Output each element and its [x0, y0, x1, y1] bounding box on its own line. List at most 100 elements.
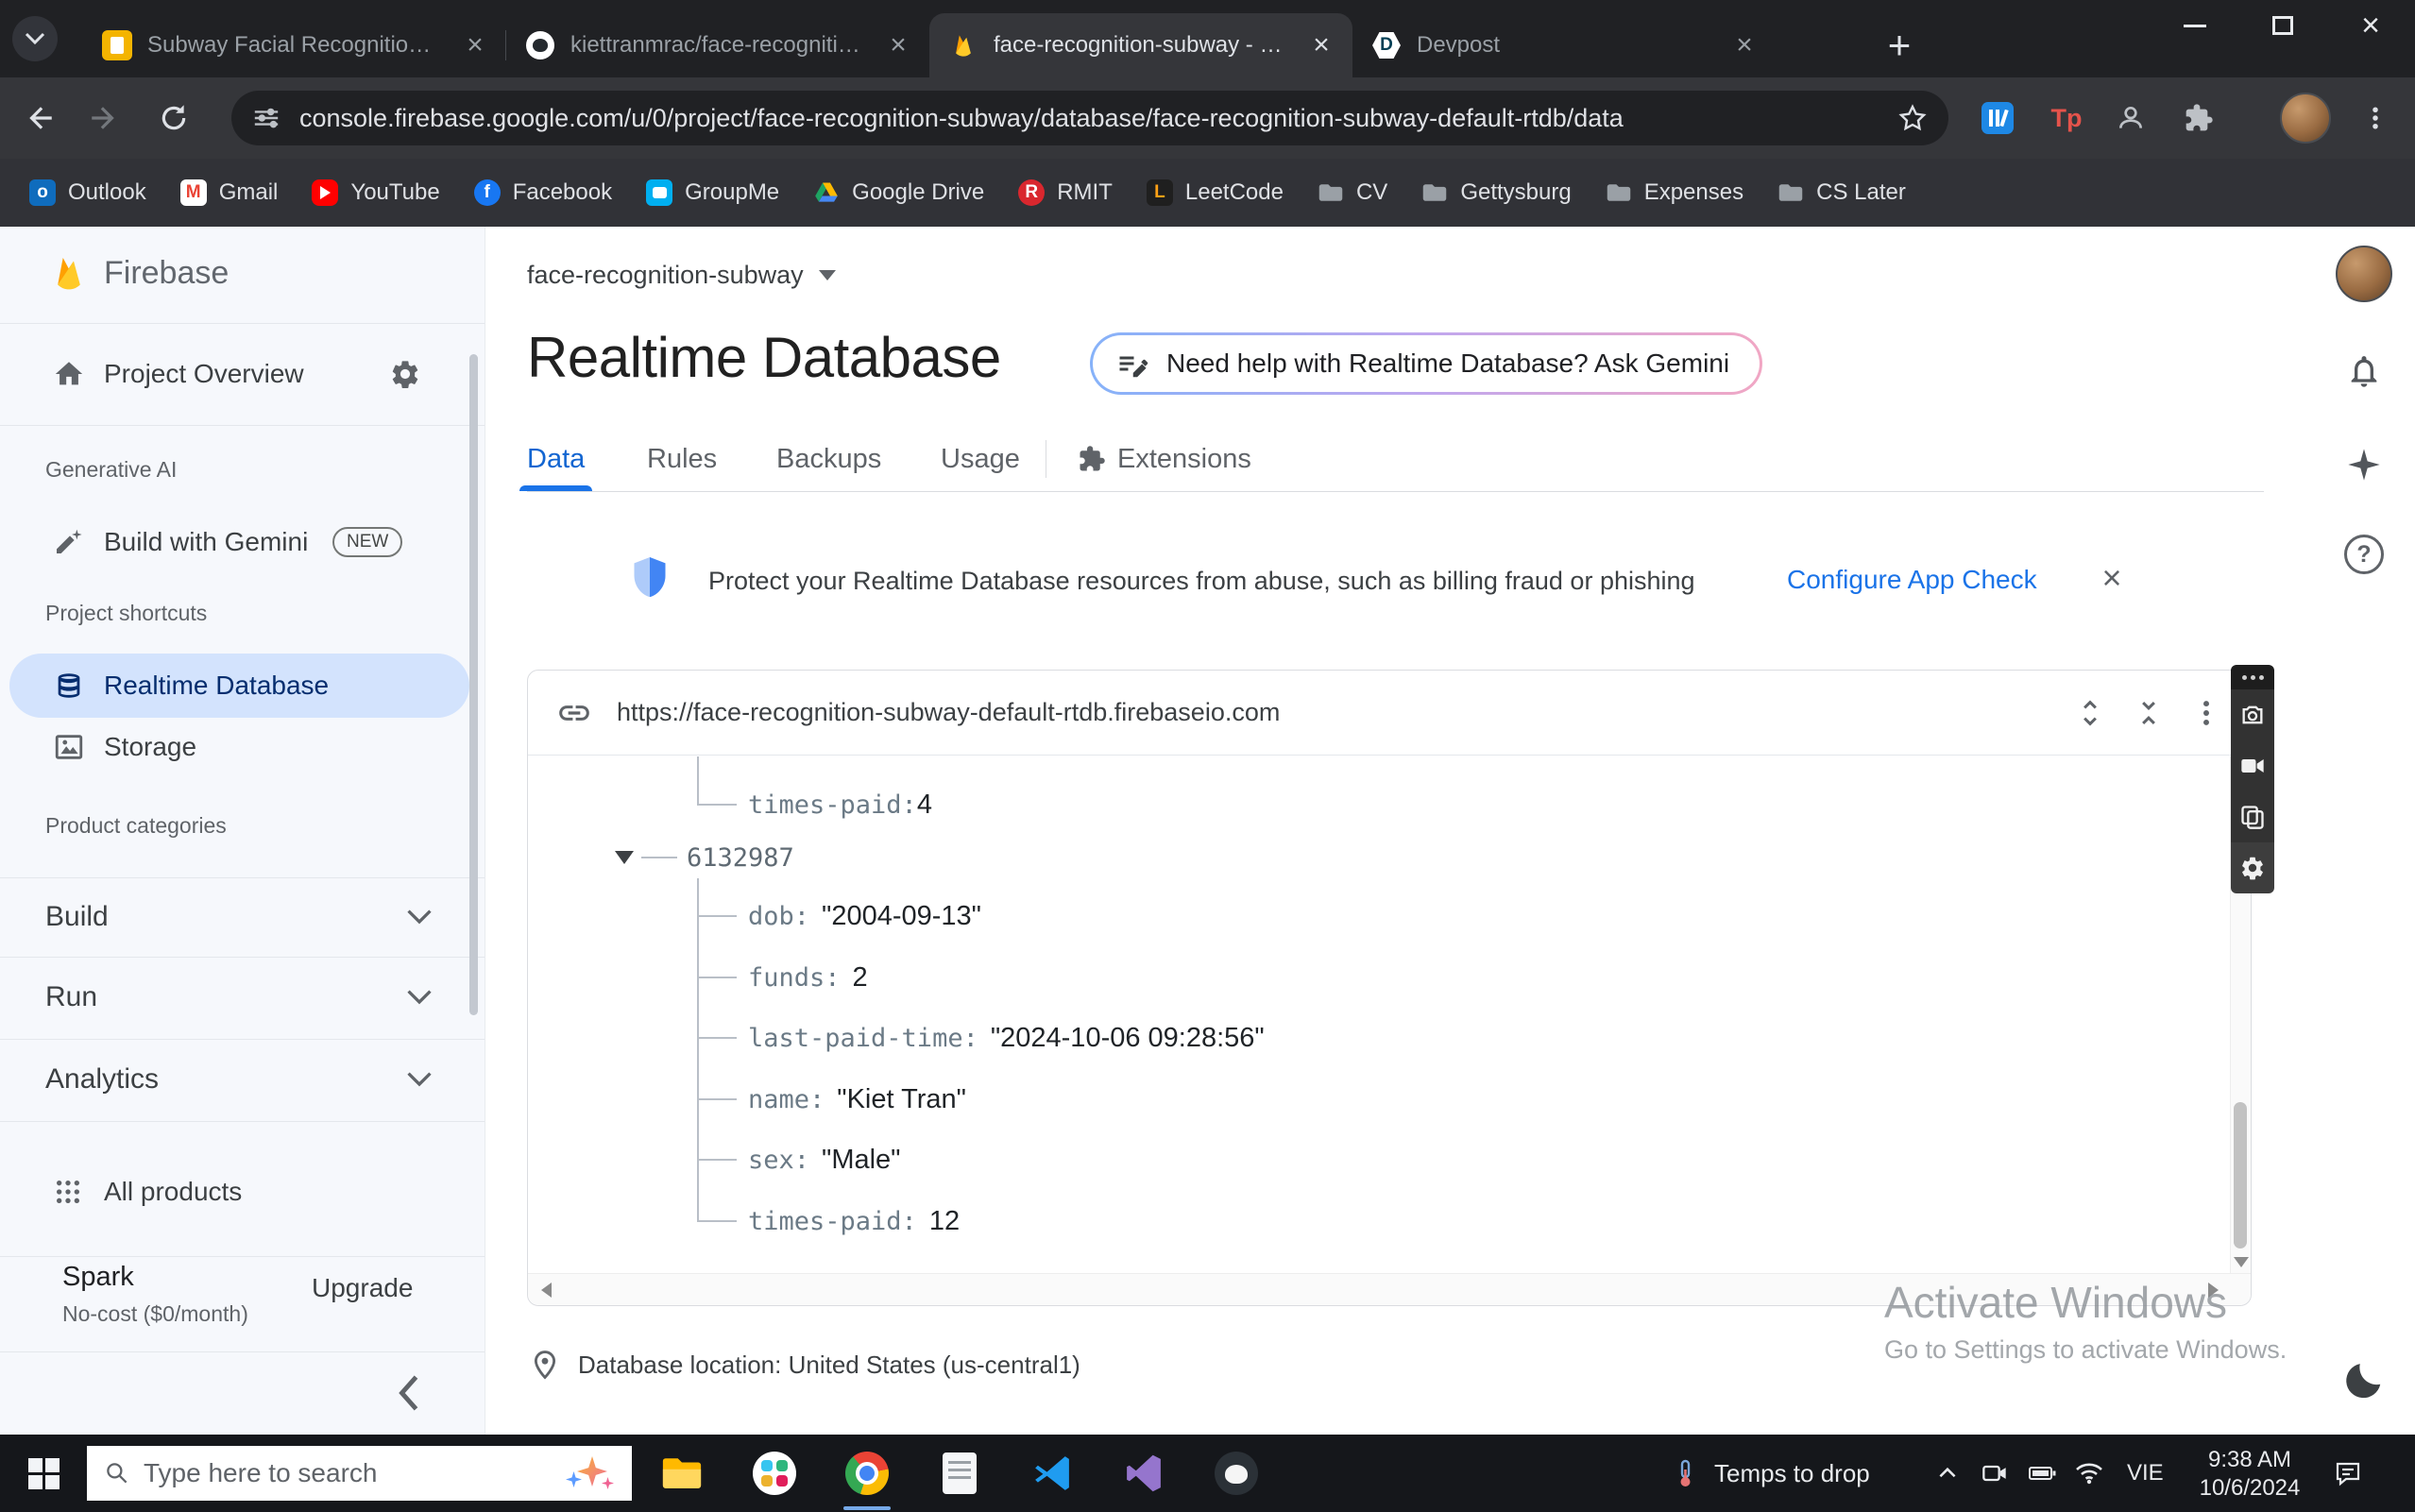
site-info-tune-icon[interactable]	[252, 104, 281, 132]
scroll-left-arrow-icon[interactable]	[541, 1283, 552, 1298]
tree-row-last-paid-time[interactable]: last-paid-time: "2024-10-06 09:28:56"	[748, 1017, 1265, 1059]
weather-thermometer-icon[interactable]	[1668, 1456, 1702, 1490]
taskbar-github-desktop[interactable]	[1211, 1448, 1262, 1499]
extensions-puzzle-icon[interactable]	[2172, 92, 2225, 144]
configure-app-check-link[interactable]: Configure App Check	[1787, 565, 2037, 595]
library-extension-icon[interactable]	[1971, 92, 2024, 144]
back-button[interactable]	[9, 88, 70, 148]
reload-button[interactable]	[144, 88, 204, 148]
bookmark-outlook[interactable]: Outlook	[15, 172, 161, 213]
scroll-down-arrow-icon[interactable]	[2234, 1257, 2249, 1267]
firebase-logo[interactable]: Firebase	[0, 240, 485, 306]
language-indicator[interactable]: VIE	[2127, 1460, 2164, 1487]
tray-wifi-icon[interactable]	[2072, 1456, 2106, 1490]
console-account-avatar[interactable]	[2336, 246, 2392, 302]
tree-node-6132987[interactable]: 6132987	[687, 837, 794, 878]
tree-row-funds[interactable]: funds: 2	[748, 957, 868, 998]
url-text[interactable]: console.firebase.google.com/u/0/project/…	[299, 104, 1879, 133]
forward-button[interactable]	[74, 88, 134, 148]
bookmark-folder-expenses[interactable]: Expenses	[1591, 172, 1758, 213]
taskbar-file-explorer[interactable]	[656, 1448, 707, 1499]
tree-row-partial[interactable]: times-paid: 4	[748, 784, 932, 825]
taskbar-search[interactable]	[87, 1446, 632, 1501]
weather-label[interactable]: Temps to drop	[1714, 1459, 1870, 1488]
bookmark-rmit[interactable]: RMIT	[1004, 172, 1127, 213]
bookmark-groupme[interactable]: GroupMe	[632, 172, 793, 213]
browser-tab-devpost[interactable]: Devpost ×	[1352, 13, 1776, 77]
project-selector[interactable]: face-recognition-subway	[527, 253, 836, 297]
ask-gemini-button[interactable]: Need help with Realtime Database? Ask Ge…	[1090, 332, 1762, 395]
sidebar-category-build[interactable]: Build	[0, 877, 485, 957]
new-tab-button[interactable]: +	[1875, 21, 1924, 70]
tree-row-name[interactable]: name: "Kiet Tran"	[748, 1079, 966, 1120]
notifications-bell-icon[interactable]	[2345, 352, 2383, 390]
more-options-icon[interactable]	[2190, 697, 2222, 729]
screenshot-camera-button[interactable]	[2231, 689, 2274, 740]
window-minimize-button[interactable]	[2151, 0, 2239, 51]
bookmark-gmail[interactable]: Gmail	[166, 172, 293, 213]
bookmark-star-icon[interactable]	[1897, 103, 1928, 133]
tray-battery-icon[interactable]	[2025, 1456, 2059, 1490]
action-center-icon[interactable]	[2331, 1456, 2365, 1490]
taskbar-visual-studio[interactable]	[1118, 1448, 1169, 1499]
bookmark-folder-cs-later[interactable]: CS Later	[1763, 172, 1920, 213]
project-settings-gear-icon[interactable]	[389, 358, 421, 390]
dark-mode-moon-icon[interactable]	[2342, 1358, 2386, 1402]
browser-profile-avatar[interactable]	[2279, 92, 2332, 144]
window-maximize-button[interactable]	[2238, 0, 2327, 51]
bookmark-leetcode[interactable]: LeetCode	[1132, 172, 1298, 213]
tp-extension-icon[interactable]: Tp	[2040, 92, 2093, 144]
tree-row-dob[interactable]: dob: "2004-09-13"	[748, 895, 981, 937]
tab-backups[interactable]: Backups	[776, 427, 881, 491]
address-bar[interactable]: console.firebase.google.com/u/0/project/…	[231, 91, 1948, 145]
help-icon[interactable]	[2344, 535, 2384, 574]
collapse-sidebar-button[interactable]	[395, 1371, 423, 1415]
tree-row-times-paid[interactable]: times-paid: 12	[748, 1200, 960, 1242]
start-button[interactable]	[0, 1435, 87, 1512]
bookmark-youtube[interactable]: YouTube	[298, 172, 453, 213]
tab-usage[interactable]: Usage	[941, 427, 1020, 491]
bookmark-folder-gettysburg[interactable]: Gettysburg	[1407, 172, 1585, 213]
gemini-sparkle-icon[interactable]	[2345, 446, 2383, 484]
capture-toolbar-handle[interactable]	[2231, 665, 2274, 689]
copilot-sparkle-icon[interactable]	[566, 1453, 619, 1494]
collapse-node-triangle-icon[interactable]	[615, 851, 634, 864]
search-input[interactable]	[144, 1458, 553, 1488]
window-close-button[interactable]: ×	[2326, 0, 2415, 51]
sidebar-item-build-with-gemini[interactable]: Build with Gemini NEW	[0, 509, 485, 575]
vertical-scrollbar-thumb[interactable]	[2234, 1102, 2247, 1249]
sidebar-item-realtime-database[interactable]: Realtime Database	[0, 653, 485, 719]
tab-close-icon[interactable]: ×	[1303, 27, 1339, 63]
taskbar-notepad[interactable]	[934, 1448, 985, 1499]
tab-rules[interactable]: Rules	[647, 427, 717, 491]
sidebar-item-project-overview[interactable]: Project Overview	[0, 341, 485, 407]
browser-tab-github[interactable]: kiettranmrac/face-recognition-s ×	[506, 13, 929, 77]
taskbar-clock[interactable]: 9:38 AM 10/6/2024	[2181, 1446, 2319, 1503]
browser-tab-firebase-active[interactable]: face-recognition-subway - Real ×	[929, 13, 1352, 77]
tray-expand-chevron-icon[interactable]	[1930, 1456, 1964, 1490]
bookmark-facebook[interactable]: Facebook	[460, 172, 626, 213]
tab-search-button[interactable]	[12, 16, 58, 61]
sidebar-category-analytics[interactable]: Analytics	[0, 1040, 485, 1119]
tab-close-icon[interactable]: ×	[880, 27, 916, 63]
expand-all-icon[interactable]	[2073, 696, 2107, 730]
tree-row-sex[interactable]: sex: "Male"	[748, 1139, 900, 1181]
sidebar-item-all-products[interactable]: All products	[0, 1159, 485, 1225]
record-video-button[interactable]	[2231, 740, 2274, 791]
collapse-all-icon[interactable]	[2132, 696, 2166, 730]
upgrade-button[interactable]: Upgrade	[312, 1273, 413, 1303]
tab-extensions[interactable]: Extensions	[1078, 427, 1251, 491]
profile-extension-icon[interactable]	[2104, 92, 2157, 144]
browser-menu-button[interactable]	[2349, 92, 2402, 144]
browser-tab-subway[interactable]: Subway Facial Recognition - Go ×	[83, 13, 506, 77]
sidebar-category-run[interactable]: Run	[0, 958, 485, 1037]
taskbar-slack[interactable]	[749, 1448, 800, 1499]
bookmark-folder-cv[interactable]: CV	[1303, 172, 1402, 213]
database-url[interactable]: https://face-recognition-subway-default-…	[617, 698, 2049, 727]
taskbar-chrome[interactable]	[842, 1448, 893, 1499]
bookmark-google-drive[interactable]: Google Drive	[799, 172, 998, 213]
tab-close-icon[interactable]: ×	[457, 27, 493, 63]
taskbar-vscode[interactable]	[1027, 1448, 1078, 1499]
tab-close-icon[interactable]: ×	[1726, 27, 1762, 63]
copy-capture-button[interactable]	[2231, 791, 2274, 842]
